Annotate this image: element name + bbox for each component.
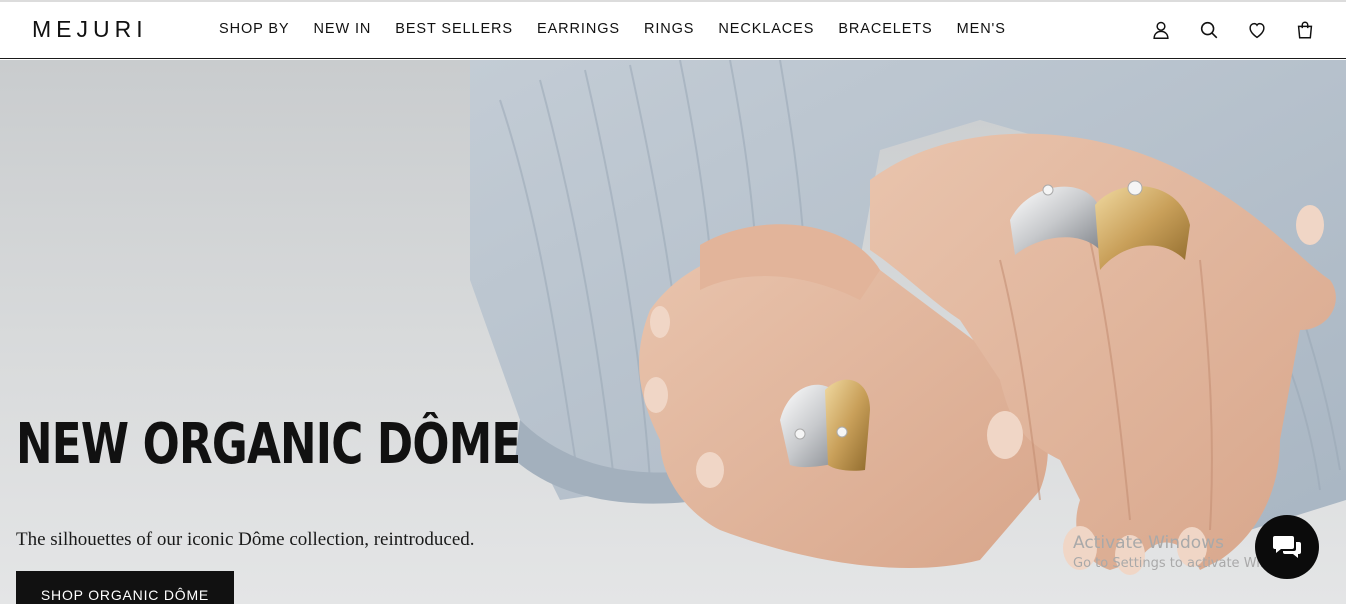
account-icon: [1153, 21, 1169, 39]
hero-banner: NEW ORGANIC DÔME The silhouettes of our …: [0, 60, 1346, 604]
wishlist-heart-icon: [1249, 22, 1265, 39]
nav-necklaces[interactable]: NECKLACES: [718, 21, 814, 37]
chat-bubbles-icon: [1273, 536, 1301, 558]
nav-shop-by[interactable]: SHOP BY: [219, 21, 290, 37]
nav-mens[interactable]: MEN'S: [957, 21, 1006, 37]
site-header: MEJURI SHOP BY NEW IN BEST SELLERS EARRI…: [0, 2, 1346, 59]
main-nav: SHOP BY NEW IN BEST SELLERS EARRINGS RIN…: [219, 21, 1030, 37]
nav-best-sellers[interactable]: BEST SELLERS: [395, 21, 513, 37]
nav-earrings[interactable]: EARRINGS: [537, 21, 620, 37]
search-icon: [1200, 21, 1218, 39]
hero-title: NEW ORGANIC DÔME: [16, 412, 521, 477]
shopping-bag-icon: [1297, 21, 1313, 39]
wishlist-button[interactable]: [1245, 18, 1269, 42]
nav-rings[interactable]: RINGS: [644, 21, 694, 37]
header-icons: [1149, 18, 1317, 42]
cart-button[interactable]: [1293, 18, 1317, 42]
nav-bracelets[interactable]: BRACELETS: [838, 21, 932, 37]
hero-image-hands-with-rings: [0, 60, 1346, 604]
hero-subtitle: The silhouettes of our iconic Dôme colle…: [16, 529, 475, 550]
chat-button[interactable]: [1255, 515, 1319, 579]
brand-logo[interactable]: MEJURI: [32, 16, 148, 43]
account-button[interactable]: [1149, 18, 1173, 42]
shop-organic-dome-button[interactable]: SHOP ORGANIC DÔME: [16, 571, 234, 604]
nav-new-in[interactable]: NEW IN: [314, 21, 372, 37]
search-button[interactable]: [1197, 18, 1221, 42]
